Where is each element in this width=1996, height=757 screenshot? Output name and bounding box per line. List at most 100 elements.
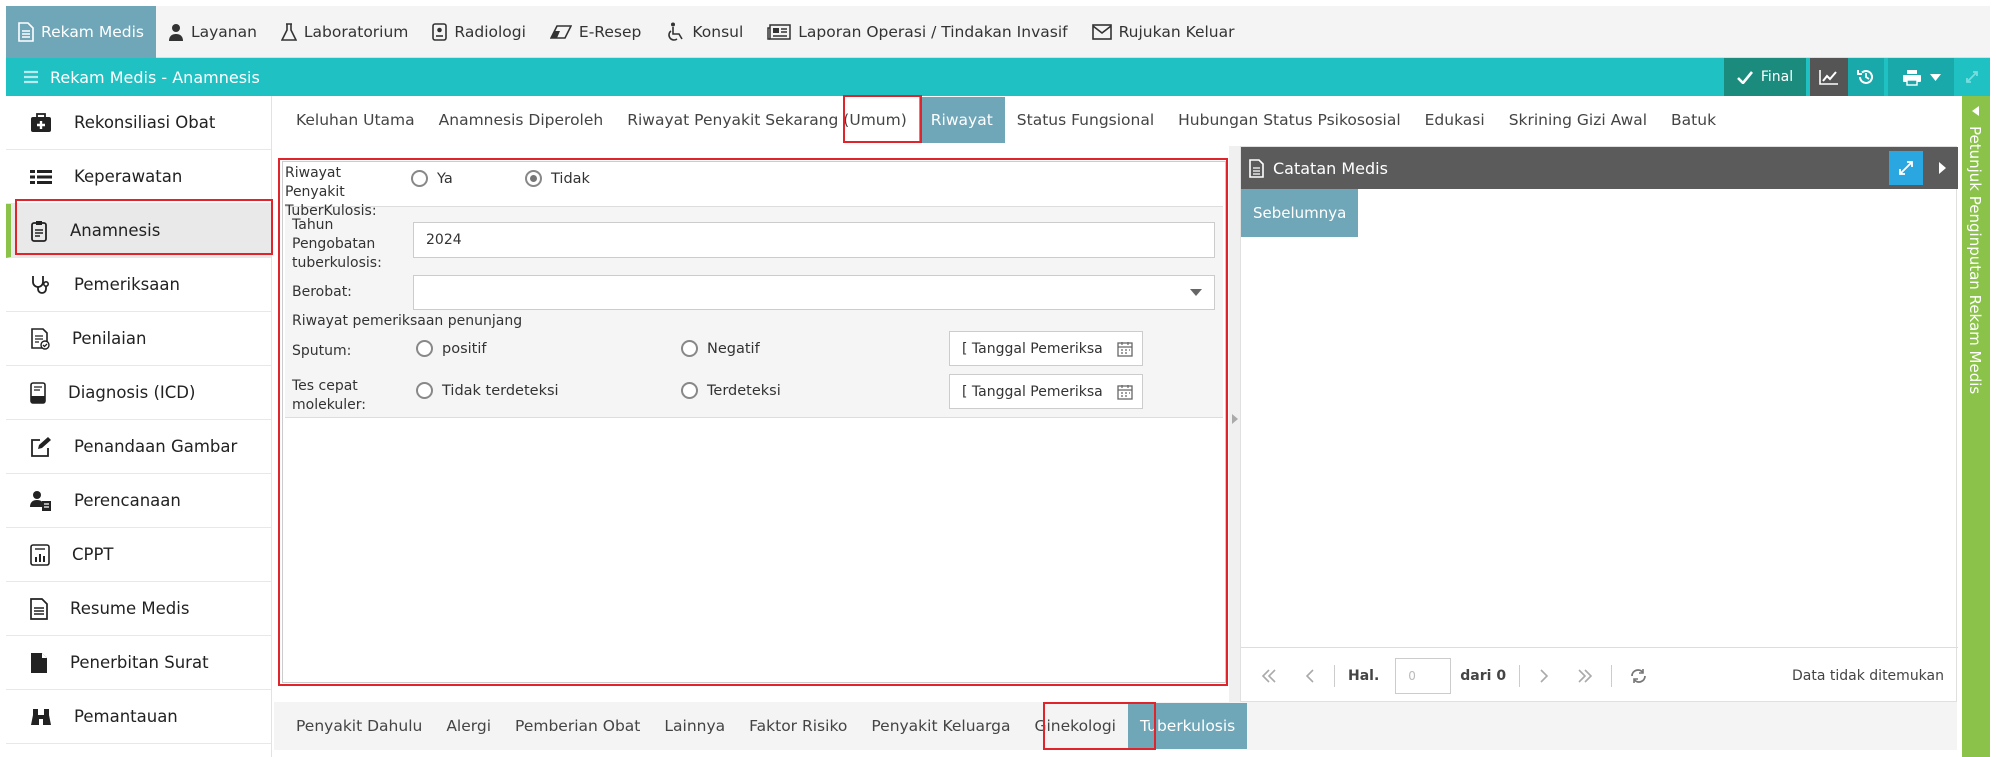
sidebar-item-label: Resume Medis <box>70 599 190 618</box>
tab-penyakit-dahulu[interactable]: Penyakit Dahulu <box>284 703 434 749</box>
chart-doc-icon <box>30 543 50 566</box>
stethoscope-icon <box>30 275 52 295</box>
xray-icon <box>432 23 448 41</box>
petunjuk-handle[interactable]: Petunjuk Penginputan Rekam Medis <box>1962 96 1990 757</box>
history-button[interactable] <box>1848 58 1884 96</box>
nav-konsul[interactable]: Konsul <box>653 6 755 58</box>
file-text-icon <box>30 597 48 620</box>
nav-laporan-operasi[interactable]: Laporan Operasi / Tindakan Invasif <box>755 6 1079 58</box>
sidebar-item-pemeriksaan[interactable]: Pemeriksaan <box>6 258 271 312</box>
sidebar-item-resume-medis[interactable]: Resume Medis <box>6 582 271 636</box>
caret-right-icon[interactable] <box>1939 162 1946 174</box>
prev-page-icon[interactable] <box>1305 668 1314 683</box>
radio-tcm-terdeteksi[interactable]: Terdeteksi <box>681 382 781 399</box>
date-placeholder: [ Tanggal Pemeriksa <box>962 383 1103 400</box>
radio-label: Tidak <box>551 170 590 187</box>
nav-rekam-medis[interactable]: Rekam Medis <box>6 6 156 58</box>
tab-faktor-risiko[interactable]: Faktor Risiko <box>737 703 859 749</box>
line-chart-icon <box>1819 69 1839 85</box>
tab-hubungan-status-psikososial[interactable]: Hubungan Status Psikososial <box>1166 97 1412 143</box>
eraser-icon <box>549 25 572 39</box>
panel-splitter[interactable] <box>1229 146 1240 702</box>
radio-ya[interactable]: Ya <box>411 170 453 187</box>
sidebar-item-anamnesis[interactable]: Anamnesis <box>6 204 271 258</box>
tcm-label: Tes cepat molekuler: <box>292 378 366 413</box>
radio-sputum-negatif[interactable]: Negatif <box>681 340 760 357</box>
tab-batuk[interactable]: Batuk <box>1659 97 1728 143</box>
tab-pemberian-obat[interactable]: Pemberian Obat <box>503 703 652 749</box>
sidebar-item-label: CPPT <box>72 545 114 564</box>
flask-icon <box>280 23 297 41</box>
last-page-icon[interactable] <box>1577 668 1593 683</box>
maximize-button[interactable] <box>1889 151 1923 185</box>
sidebar-item-pemantauan[interactable]: Pemantauan <box>6 690 271 744</box>
final-button[interactable]: Final <box>1724 58 1806 96</box>
tab-penyakit-keluarga[interactable]: Penyakit Keluarga <box>859 703 1022 749</box>
riwayat-subtabs: Penyakit Dahulu Alergi Pemberian Obat La… <box>274 702 1957 750</box>
tab-riwayat-penyakit-sekarang[interactable]: Riwayat Penyakit Sekarang (Umum) <box>615 97 919 143</box>
sidebar-item-perencanaan[interactable]: Perencanaan <box>6 474 271 528</box>
sidebar-item-diagnosis[interactable]: Diagnosis (ICD) <box>6 366 271 420</box>
tab-keluhan-utama[interactable]: Keluhan Utama <box>284 97 427 143</box>
tab-ginekologi[interactable]: Ginekologi <box>1022 703 1128 749</box>
nav-laboratorium[interactable]: Laboratorium <box>269 6 421 58</box>
sidebar-item-rekonsiliasi-obat[interactable]: Rekonsiliasi Obat <box>6 96 271 150</box>
sidebar-item-penilaian[interactable]: Penilaian <box>6 312 271 366</box>
pager-divider <box>1334 664 1335 687</box>
sputum-label: Sputum: <box>292 343 352 359</box>
radio-tcm-tidak-terdeteksi[interactable]: Tidak terdeteksi <box>416 382 559 399</box>
page-header: Rekam Medis - Anamnesis Final <box>6 58 1990 96</box>
catatan-medis-header: Catatan Medis <box>1241 147 1958 189</box>
refresh-icon[interactable] <box>1630 668 1647 684</box>
tab-status-fungsional[interactable]: Status Fungsional <box>1005 97 1166 143</box>
nav-label: Laporan Operasi / Tindakan Invasif <box>798 23 1068 41</box>
calendar-icon <box>1117 341 1133 357</box>
chart-button[interactable] <box>1810 58 1848 96</box>
final-label: Final <box>1760 69 1794 85</box>
radio-label: Ya <box>437 170 453 187</box>
medkit-icon <box>30 112 52 133</box>
page-title: Rekam Medis - Anamnesis <box>50 67 260 87</box>
sidebar-item-cppt[interactable]: CPPT <box>6 528 271 582</box>
tahun-input[interactable]: 2024 <box>413 222 1215 258</box>
tab-tuberkulosis[interactable]: Tuberkulosis <box>1128 703 1248 749</box>
pager-divider <box>1611 664 1613 687</box>
tab-lainnya[interactable]: Lainnya <box>652 703 737 749</box>
nav-e-resep[interactable]: E-Resep <box>538 6 653 58</box>
expand-header-button[interactable] <box>1954 58 1990 96</box>
newspaper-icon <box>767 24 792 40</box>
tab-alergi[interactable]: Alergi <box>434 703 503 749</box>
nav-layanan[interactable]: Layanan <box>156 6 269 58</box>
first-page-icon[interactable] <box>1261 668 1277 683</box>
nav-label: E-Resep <box>578 23 642 41</box>
nav-label: Laboratorium <box>303 23 409 41</box>
tab-edukasi[interactable]: Edukasi <box>1413 97 1497 143</box>
print-button[interactable] <box>1888 58 1954 96</box>
phone-doc-icon <box>30 381 46 404</box>
sidebar-item-penandaan-gambar[interactable]: Penandaan Gambar <box>6 420 271 474</box>
radio-label: Negatif <box>707 340 760 357</box>
tcm-date-input[interactable]: [ Tanggal Pemeriksa <box>949 374 1143 409</box>
radio-circle <box>411 170 428 187</box>
berobat-select[interactable] <box>413 275 1215 310</box>
sidebar-item-keperawatan[interactable]: Keperawatan <box>6 150 271 204</box>
next-page-icon[interactable] <box>1540 668 1549 683</box>
radio-circle <box>416 382 433 399</box>
tab-sebelumnya[interactable]: Sebelumnya <box>1241 189 1359 237</box>
radio-sputum-positif[interactable]: positif <box>416 340 486 357</box>
nav-rujukan-keluar[interactable]: Rujukan Keluar <box>1080 6 1247 58</box>
sidebar-item-label: Rekonsiliasi Obat <box>74 113 216 132</box>
tab-anamnesis-diperoleh[interactable]: Anamnesis Diperoleh <box>427 97 616 143</box>
file-icon <box>30 652 48 674</box>
sputum-date-input[interactable]: [ Tanggal Pemeriksa <box>949 331 1143 366</box>
nav-radiologi[interactable]: Radiologi <box>420 6 538 58</box>
riwayat-tb-label: Riwayat Penyakit TuberKulosis: <box>285 165 377 219</box>
sidebar-item-penerbitan-surat[interactable]: Penerbitan Surat <box>6 636 271 690</box>
page-input[interactable]: 0 <box>1395 657 1452 694</box>
sidebar: Rekonsiliasi Obat Keperawatan Anamnesis … <box>6 96 272 757</box>
radio-tidak[interactable]: Tidak <box>525 170 590 187</box>
tab-riwayat[interactable]: Riwayat <box>918 97 1005 143</box>
sidebar-item-label: Penilaian <box>72 329 147 348</box>
history-icon <box>1857 68 1875 86</box>
tab-skrining-gizi-awal[interactable]: Skrining Gizi Awal <box>1497 97 1659 143</box>
